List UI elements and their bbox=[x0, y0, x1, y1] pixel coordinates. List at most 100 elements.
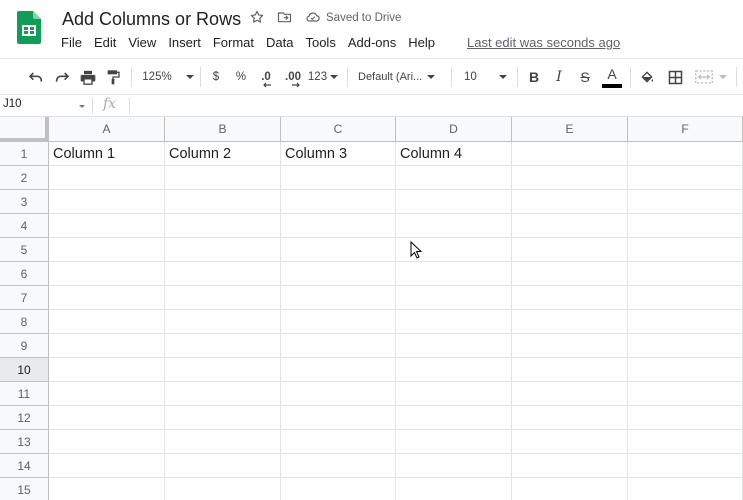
currency-format-button[interactable]: $ bbox=[208, 68, 224, 86]
cell-e8[interactable] bbox=[512, 310, 628, 334]
cell-d15[interactable] bbox=[396, 478, 512, 500]
menu-help[interactable]: Help bbox=[402, 35, 441, 53]
column-header-f[interactable]: F bbox=[628, 117, 743, 142]
cell-c9[interactable] bbox=[281, 334, 396, 358]
cell-e15[interactable] bbox=[512, 478, 628, 500]
row-header-14[interactable]: 14 bbox=[0, 454, 49, 478]
cell-e11[interactable] bbox=[512, 382, 628, 406]
cell-e3[interactable] bbox=[512, 190, 628, 214]
cell-a7[interactable] bbox=[49, 286, 165, 310]
cell-b6[interactable] bbox=[165, 262, 281, 286]
row-header-12[interactable]: 12 bbox=[0, 406, 49, 430]
cell-d8[interactable] bbox=[396, 310, 512, 334]
cell-f5[interactable] bbox=[628, 238, 743, 262]
cell-e14[interactable] bbox=[512, 454, 628, 478]
zoom-select[interactable]: 125% bbox=[142, 68, 194, 86]
cell-b2[interactable] bbox=[165, 166, 281, 190]
more-formats-button[interactable]: 123 bbox=[308, 68, 339, 86]
row-header-5[interactable]: 5 bbox=[0, 238, 49, 262]
cell-c15[interactable] bbox=[281, 478, 396, 500]
cell-f10[interactable] bbox=[628, 358, 743, 382]
menu-addons[interactable]: Add-ons bbox=[342, 35, 402, 53]
menu-view[interactable]: View bbox=[122, 35, 162, 53]
cell-b7[interactable] bbox=[165, 286, 281, 310]
paint-format-icon[interactable] bbox=[104, 68, 122, 86]
cell-f4[interactable] bbox=[628, 214, 743, 238]
cell-c4[interactable] bbox=[281, 214, 396, 238]
row-header-7[interactable]: 7 bbox=[0, 286, 49, 310]
cell-d2[interactable] bbox=[396, 166, 512, 190]
select-all-corner[interactable] bbox=[0, 117, 49, 142]
cell-f9[interactable] bbox=[628, 334, 743, 358]
cell-f11[interactable] bbox=[628, 382, 743, 406]
borders-icon[interactable] bbox=[666, 68, 684, 86]
cell-d1[interactable]: Column 4 bbox=[396, 142, 512, 166]
cell-f7[interactable] bbox=[628, 286, 743, 310]
strikethrough-button[interactable]: S bbox=[577, 68, 593, 86]
column-header-e[interactable]: E bbox=[512, 117, 628, 142]
move-to-folder-icon[interactable] bbox=[276, 9, 294, 27]
menu-insert[interactable]: Insert bbox=[162, 35, 207, 53]
merge-cells-icon[interactable] bbox=[693, 68, 729, 86]
cell-d3[interactable] bbox=[396, 190, 512, 214]
row-header-13[interactable]: 13 bbox=[0, 430, 49, 454]
cell-f2[interactable] bbox=[628, 166, 743, 190]
increase-decimal-button[interactable]: .00 bbox=[282, 68, 304, 88]
row-header-1[interactable]: 1 bbox=[0, 142, 49, 166]
cell-c7[interactable] bbox=[281, 286, 396, 310]
menu-data[interactable]: Data bbox=[260, 35, 299, 53]
font-size-select[interactable]: 10 bbox=[460, 68, 512, 86]
cell-e9[interactable] bbox=[512, 334, 628, 358]
document-title[interactable]: Add Columns or Rows bbox=[62, 9, 241, 30]
row-header-11[interactable]: 11 bbox=[0, 382, 49, 406]
chevron-down-icon[interactable] bbox=[79, 105, 85, 108]
menu-file[interactable]: File bbox=[55, 35, 88, 53]
cell-d11[interactable] bbox=[396, 382, 512, 406]
font-family-select[interactable]: Default (Ari... bbox=[358, 68, 442, 86]
cell-b12[interactable] bbox=[165, 406, 281, 430]
decrease-decimal-button[interactable]: .0 bbox=[256, 68, 276, 88]
row-header-8[interactable]: 8 bbox=[0, 310, 49, 334]
cell-d4[interactable] bbox=[396, 214, 512, 238]
cell-e5[interactable] bbox=[512, 238, 628, 262]
menu-edit[interactable]: Edit bbox=[88, 35, 122, 53]
cell-f15[interactable] bbox=[628, 478, 743, 500]
cell-a12[interactable] bbox=[49, 406, 165, 430]
cell-a11[interactable] bbox=[49, 382, 165, 406]
row-header-3[interactable]: 3 bbox=[0, 190, 49, 214]
cell-c14[interactable] bbox=[281, 454, 396, 478]
column-header-d[interactable]: D bbox=[396, 117, 512, 142]
cell-f13[interactable] bbox=[628, 430, 743, 454]
redo-icon[interactable] bbox=[53, 68, 71, 86]
cell-c12[interactable] bbox=[281, 406, 396, 430]
cell-c1[interactable]: Column 3 bbox=[281, 142, 396, 166]
cell-e7[interactable] bbox=[512, 286, 628, 310]
cell-a5[interactable] bbox=[49, 238, 165, 262]
cell-c2[interactable] bbox=[281, 166, 396, 190]
name-box[interactable]: J10 bbox=[3, 98, 22, 110]
cell-b8[interactable] bbox=[165, 310, 281, 334]
cell-a8[interactable] bbox=[49, 310, 165, 334]
cell-e1[interactable] bbox=[512, 142, 628, 166]
print-icon[interactable] bbox=[79, 68, 97, 86]
row-header-4[interactable]: 4 bbox=[0, 214, 49, 238]
cell-e6[interactable] bbox=[512, 262, 628, 286]
last-edit-link[interactable]: Last edit was seconds ago bbox=[467, 35, 620, 51]
cell-c13[interactable] bbox=[281, 430, 396, 454]
cell-d13[interactable] bbox=[396, 430, 512, 454]
cell-c8[interactable] bbox=[281, 310, 396, 334]
row-header-15[interactable]: 15 bbox=[0, 478, 49, 500]
cell-f14[interactable] bbox=[628, 454, 743, 478]
cell-b1[interactable]: Column 2 bbox=[165, 142, 281, 166]
cell-e4[interactable] bbox=[512, 214, 628, 238]
italic-button[interactable]: I bbox=[551, 68, 567, 86]
cell-d10[interactable] bbox=[396, 358, 512, 382]
cell-a2[interactable] bbox=[49, 166, 165, 190]
cell-a6[interactable] bbox=[49, 262, 165, 286]
cell-e12[interactable] bbox=[512, 406, 628, 430]
cell-a13[interactable] bbox=[49, 430, 165, 454]
cell-c11[interactable] bbox=[281, 382, 396, 406]
undo-icon[interactable] bbox=[27, 68, 45, 86]
cell-f1[interactable] bbox=[628, 142, 743, 166]
cell-f8[interactable] bbox=[628, 310, 743, 334]
